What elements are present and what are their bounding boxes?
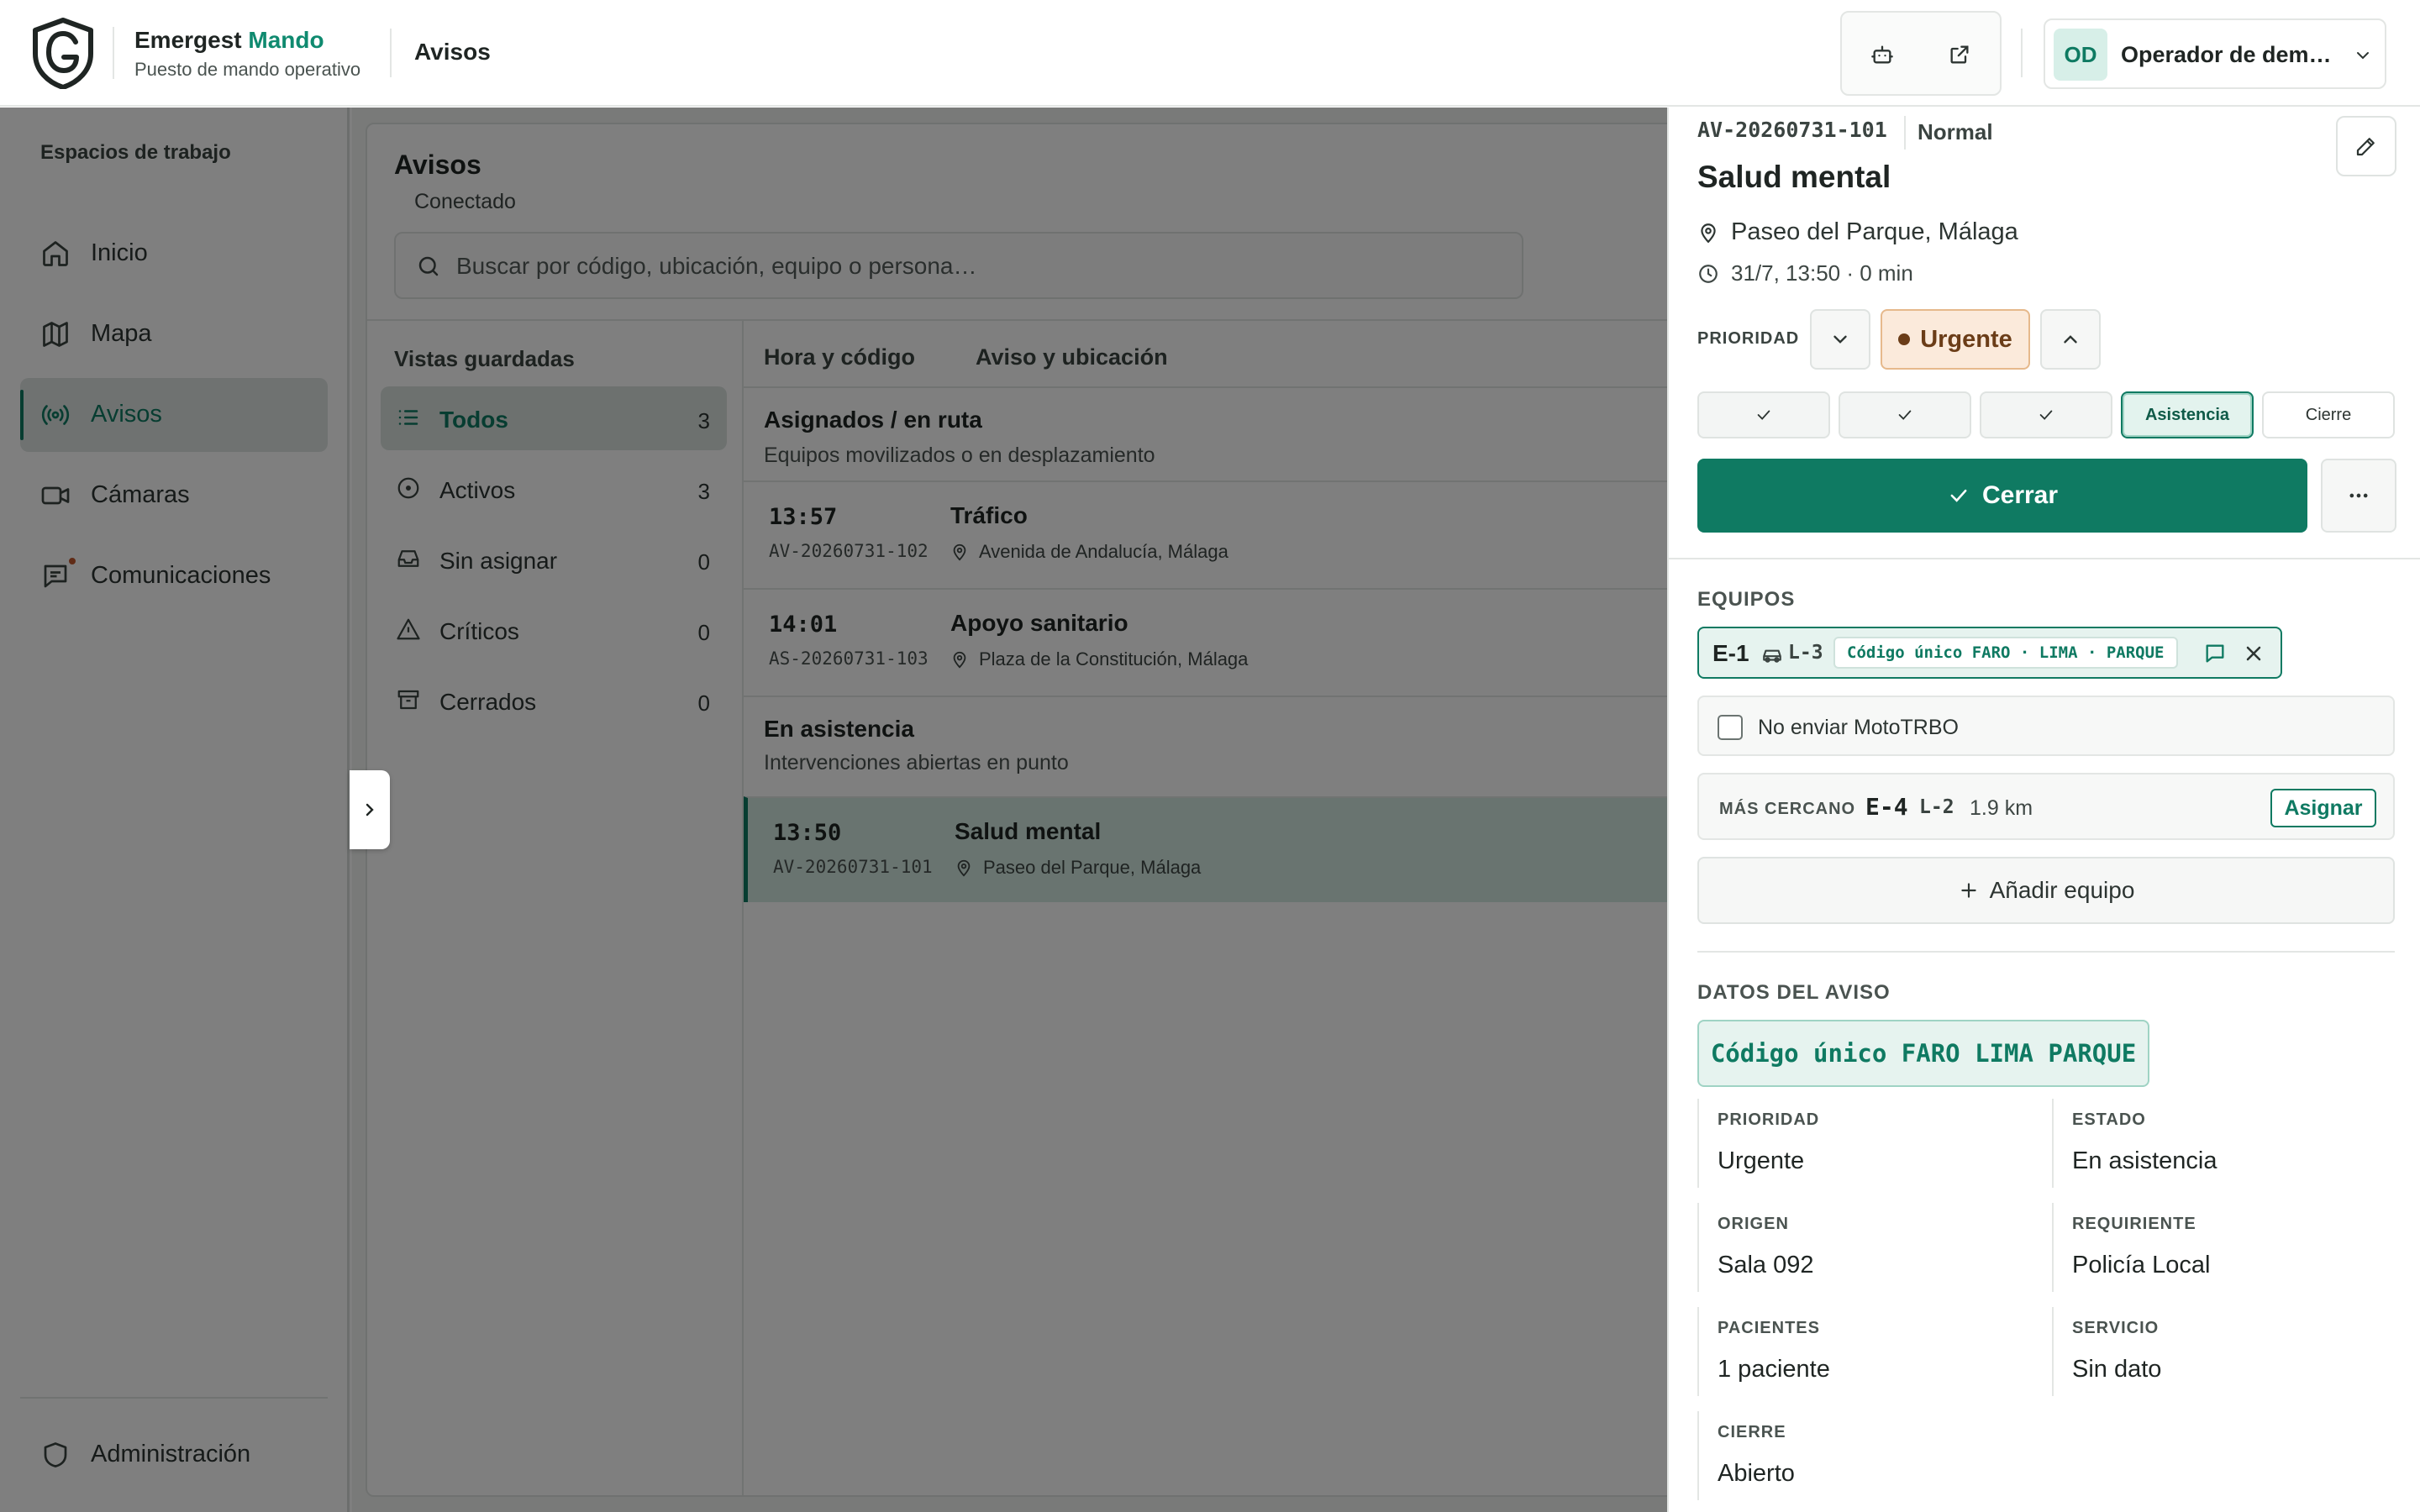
team-code-tag: Código único FARO · LIMA · PARQUE [1833, 637, 2178, 669]
aviso-title: Salud mental [1697, 160, 1891, 194]
field-value: Sin dato [2072, 1356, 2162, 1383]
field-value: 1 paciente [1718, 1356, 1830, 1383]
edit-button[interactable] [2336, 116, 2396, 176]
close-aviso-button[interactable]: Cerrar [1697, 459, 2307, 533]
car-icon [1763, 649, 1781, 663]
brand-divider [113, 27, 114, 79]
mototrbo-checkbox[interactable] [1718, 715, 1743, 740]
detail-drawer: AV-20260731-101 Normal Salud mental Pase… [1667, 108, 2420, 1512]
aviso-location-text: Paseo del Parque, Málaga [1731, 218, 2018, 245]
plus-icon [1960, 883, 1976, 898]
header-divider [390, 29, 392, 77]
message-icon[interactable] [2203, 642, 2227, 665]
divider [1669, 558, 2420, 559]
field-key: PACIENTES [1718, 1319, 1820, 1337]
chevron-up-icon [2064, 335, 2077, 344]
assign-button[interactable]: Asignar [2270, 789, 2376, 827]
more-actions-button[interactable] [2321, 459, 2396, 533]
field-pacientes: PACIENTES 1 paciente [1697, 1307, 2044, 1396]
check-icon [1757, 410, 1770, 420]
chevron-down-icon [1833, 335, 1847, 344]
field-key: CIERRE [1718, 1423, 1786, 1441]
field-origen: ORIGEN Sala 092 [1697, 1203, 2044, 1292]
nearest-label: MÁS CERCANO [1719, 800, 1856, 818]
status-step-cierre[interactable]: Cierre [2262, 391, 2395, 438]
avatar: OD [2054, 29, 2107, 81]
unique-code-badge: Código único FARO LIMA PARQUE [1697, 1020, 2149, 1087]
team-vehicle: L-3 [1788, 642, 1823, 664]
location-pin-icon [1701, 223, 1716, 243]
nearest-distance: 1.9 km [1970, 796, 2033, 820]
external-link-icon[interactable] [1943, 38, 1976, 71]
close-icon[interactable] [2242, 642, 2265, 665]
field-cierre: CIERRE Abierto [1697, 1411, 2044, 1500]
field-key: PRIORIDAD [1718, 1110, 1820, 1129]
priority-badge: Urgente [1881, 309, 2030, 370]
assigned-team-chip: E-1 L-3 Código único FARO · LIMA · PARQU… [1697, 627, 2282, 679]
robot-icon[interactable] [1865, 38, 1899, 71]
field-key: ORIGEN [1718, 1215, 1789, 1233]
aviso-location: Paseo del Parque, Málaga [1697, 218, 2018, 246]
divider [1697, 951, 2395, 953]
header-separator [2021, 29, 2023, 77]
user-name: Operador de dem… [2121, 42, 2332, 67]
header-tools [1840, 11, 2002, 96]
aviso-code: AV-20260731-101 [1697, 118, 1887, 142]
divider [1904, 116, 1906, 150]
aviso-time: 31/7, 13:50 · 0 min [1697, 260, 1913, 286]
chevron-right-icon [366, 803, 374, 816]
status-step-3[interactable] [1980, 391, 2112, 438]
priority-tag: Normal [1918, 119, 1993, 144]
mototrbo-option: No enviar MotoTRBO [1697, 696, 2395, 756]
field-value: Sala 092 [1718, 1252, 1814, 1278]
field-value: Abierto [1718, 1460, 1795, 1487]
nearest-unit: E-4 [1865, 793, 1908, 821]
app-logo-icon [33, 18, 93, 89]
priority-down-button[interactable] [1810, 309, 1870, 370]
status-step-asistencia[interactable]: Asistencia [2121, 391, 2254, 438]
status-step-1[interactable] [1697, 391, 1830, 438]
modal-backdrop[interactable] [0, 108, 1667, 1512]
brand-name: Emergest Mando [134, 27, 324, 53]
field-key: ESTADO [2072, 1110, 2146, 1129]
clock-icon [1699, 264, 1718, 283]
close-aviso-label: Cerrar [1981, 481, 2059, 509]
priority-label: PRIORIDAD [1697, 329, 1800, 348]
more-horizontal-icon [2349, 493, 2368, 498]
check-icon [1950, 489, 1967, 502]
field-key: SERVICIO [2072, 1319, 2160, 1337]
chevron-down-icon [2357, 52, 2369, 60]
field-servicio: SERVICIO Sin dato [2052, 1307, 2398, 1396]
field-value: Urgente [1718, 1147, 1805, 1174]
field-value: Policía Local [2072, 1252, 2211, 1278]
nearest-vehicle: L-2 [1919, 796, 1954, 818]
add-team-button[interactable]: Añadir equipo [1697, 857, 2395, 924]
field-value: En asistencia [2072, 1147, 2217, 1174]
user-menu-button[interactable]: OD Operador de dem… [2044, 18, 2386, 89]
teams-section-label: EQUIPOS [1697, 588, 1796, 611]
add-team-label: Añadir equipo [1989, 877, 2135, 903]
nearest-team: MÁS CERCANO E-4 L-2 1.9 km Asignar [1697, 773, 2395, 840]
check-icon [2039, 410, 2053, 420]
status-step-2[interactable] [1839, 391, 1971, 438]
expand-sidebar-button[interactable] [350, 770, 390, 849]
priority-value: Urgente [1920, 325, 2012, 353]
pencil-icon [2356, 138, 2375, 156]
priority-dot [1898, 333, 1911, 345]
priority-up-button[interactable] [2040, 309, 2101, 370]
data-section-label: DATOS DEL AVISO [1697, 981, 1891, 1004]
check-icon [1898, 410, 1912, 420]
header-page-title: Avisos [414, 39, 491, 65]
field-requiriente: REQUIRIENTE Policía Local [2052, 1203, 2398, 1292]
aviso-time-text: 31/7, 13:50 · 0 min [1731, 260, 1913, 286]
field-estado: ESTADO En asistencia [2052, 1099, 2398, 1188]
field-key: REQUIRIENTE [2072, 1215, 2196, 1233]
brand-subtitle: Puesto de mando operativo [134, 59, 361, 80]
field-prioridad: PRIORIDAD Urgente [1697, 1099, 2044, 1188]
team-unit: E-1 [1712, 640, 1749, 666]
mototrbo-label: No enviar MotoTRBO [1758, 716, 1959, 739]
app-header: Emergest Mando Puesto de mando operativo… [0, 0, 2420, 107]
